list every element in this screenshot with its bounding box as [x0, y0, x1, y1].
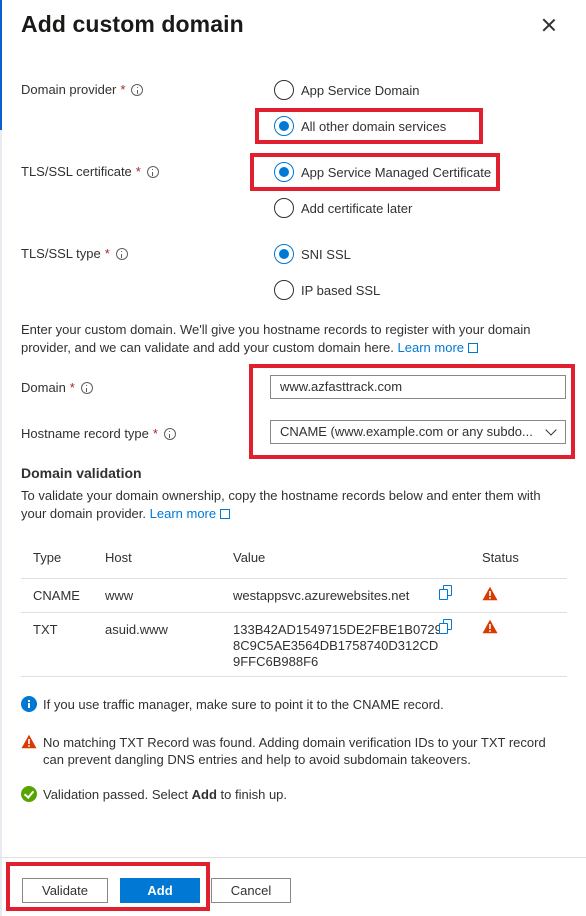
- table-divider: [21, 612, 567, 613]
- cell-type: TXT: [33, 622, 58, 637]
- close-icon[interactable]: [538, 14, 560, 36]
- radio-ip-based-ssl[interactable]: IP based SSL: [274, 280, 380, 300]
- required-mark: *: [152, 426, 158, 441]
- required-mark: *: [135, 164, 141, 179]
- highlight-box-domain-provider: [255, 108, 483, 144]
- domain-label-text: Domain: [21, 380, 66, 395]
- panel-left-edge: [0, 0, 2, 916]
- required-mark: *: [120, 82, 126, 97]
- footer-divider: [0, 857, 586, 858]
- column-header-type: Type: [33, 550, 62, 565]
- checkmark-circle-icon: [21, 786, 37, 802]
- domain-provider-label-text: Domain provider: [21, 82, 117, 97]
- intro-paragraph: Enter your custom domain. We'll give you…: [21, 321, 566, 357]
- warning-message: No matching TXT Record was found. Adding…: [21, 734, 569, 768]
- learn-more-link[interactable]: Learn more: [398, 340, 464, 355]
- column-header-host: Host: [105, 550, 132, 565]
- domain-label: Domain *: [21, 380, 93, 395]
- required-mark: *: [104, 246, 110, 261]
- warning-icon: [21, 734, 37, 749]
- radio-app-service-domain[interactable]: App Service Domain: [274, 80, 420, 100]
- warning-message-text: No matching TXT Record was found. Adding…: [43, 735, 546, 767]
- table-divider: [21, 578, 567, 579]
- radio-sni-ssl[interactable]: SNI SSL: [274, 244, 351, 264]
- learn-more-link[interactable]: Learn more: [150, 506, 216, 521]
- warning-icon: [482, 619, 498, 634]
- cell-type: CNAME: [33, 588, 80, 603]
- warning-icon: [482, 586, 498, 601]
- cell-host: www: [105, 588, 134, 603]
- radio-selected-icon[interactable]: [274, 244, 294, 264]
- info-message-text: If you use traffic manager, make sure to…: [43, 697, 444, 712]
- success-message-text: Validation passed. Select Add to finish …: [43, 786, 287, 803]
- tls-type-label: TLS/SSL type *: [21, 246, 128, 261]
- required-mark: *: [69, 380, 75, 395]
- info-icon[interactable]: [146, 165, 159, 178]
- cancel-button[interactable]: Cancel: [211, 878, 291, 903]
- info-filled-icon: [21, 696, 37, 712]
- highlight-box-footer-buttons: [6, 862, 210, 911]
- column-header-status: Status: [482, 550, 519, 565]
- radio-label: SNI SSL: [301, 246, 351, 262]
- external-link-icon[interactable]: [468, 343, 479, 353]
- info-message: If you use traffic manager, make sure to…: [21, 696, 569, 713]
- panel-title: Add custom domain: [21, 11, 244, 37]
- radio-label: IP based SSL: [301, 282, 381, 298]
- tls-certificate-label-text: TLS/SSL certificate: [21, 164, 132, 179]
- success-suffix: to finish up.: [216, 787, 288, 802]
- validation-paragraph: To validate your domain ownership, copy …: [21, 487, 566, 523]
- table-divider: [21, 676, 567, 677]
- hostname-record-type-label-text: Hostname record type: [21, 426, 149, 441]
- cell-value-line-2: 8C9C5AE3564DB1758740D312CD: [233, 638, 439, 653]
- success-prefix: Validation passed. Select: [43, 787, 192, 802]
- domain-provider-label: Domain provider *: [21, 82, 144, 97]
- cell-value-line-1: 133B42AD1549715DE2FBE1B0729: [233, 622, 442, 637]
- radio-add-certificate-later[interactable]: Add certificate later: [274, 198, 412, 218]
- success-message: Validation passed. Select Add to finish …: [21, 786, 569, 803]
- hostname-record-type-label: Hostname record type *: [21, 426, 176, 441]
- radio-label: App Service Domain: [301, 82, 420, 98]
- highlight-box-domain-fields: [249, 364, 575, 459]
- info-icon[interactable]: [80, 381, 93, 394]
- success-bold: Add: [191, 787, 217, 802]
- copy-icon[interactable]: [439, 619, 453, 634]
- info-icon[interactable]: [115, 247, 128, 260]
- cell-host: asuid.www: [105, 622, 168, 637]
- highlight-box-certificate: [250, 153, 500, 191]
- tls-type-label-text: TLS/SSL type: [21, 246, 101, 261]
- tls-certificate-label: TLS/SSL certificate *: [21, 164, 159, 179]
- radio-circle-icon[interactable]: [274, 198, 294, 218]
- cell-value-line-3: 9FFC6B988F6: [233, 654, 319, 669]
- info-icon[interactable]: [163, 427, 176, 440]
- copy-icon[interactable]: [439, 585, 453, 600]
- radio-circle-icon[interactable]: [274, 80, 294, 100]
- column-header-value: Value: [233, 550, 266, 565]
- domain-validation-heading: Domain validation: [21, 465, 142, 481]
- validation-text: To validate your domain ownership, copy …: [21, 488, 541, 521]
- radio-circle-icon[interactable]: [274, 280, 294, 300]
- panel-left-accent: [0, 0, 2, 130]
- radio-label: Add certificate later: [301, 200, 413, 216]
- external-link-icon[interactable]: [220, 509, 231, 519]
- cell-value: westappsvc.azurewebsites.net: [233, 588, 410, 603]
- info-icon[interactable]: [131, 83, 144, 96]
